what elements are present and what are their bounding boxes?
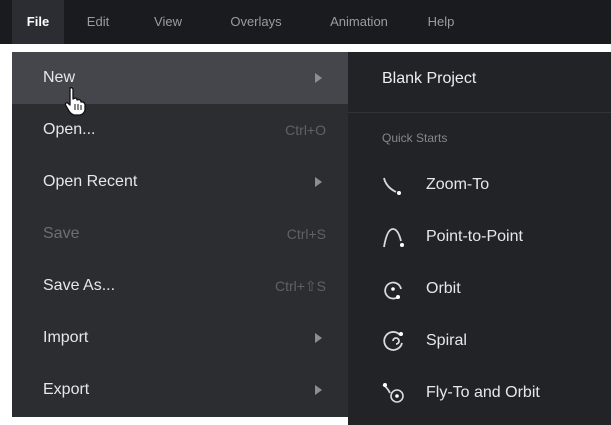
menu-item-label: Save As...	[43, 277, 116, 294]
quick-start-orbit[interactable]: Orbit	[348, 263, 611, 315]
menu-item-open[interactable]: Open... Ctrl+O	[12, 104, 348, 156]
submenu-arrow-icon	[315, 177, 322, 187]
blank-project-label: Blank Project	[382, 70, 477, 87]
menu-item-open-recent[interactable]: Open Recent	[12, 156, 348, 208]
quick-start-label: Orbit	[426, 280, 461, 297]
quick-start-label: Zoom-To	[426, 176, 490, 193]
menu-item-import[interactable]: Import	[12, 312, 348, 364]
menu-item-save: Save Ctrl+S	[12, 208, 348, 260]
quick-start-fly-to-and-orbit[interactable]: Fly-To and Orbit	[348, 367, 611, 419]
quick-starts-heading: Quick Starts	[382, 131, 448, 145]
menu-edit[interactable]: Edit	[76, 0, 120, 44]
quick-start-label: Fly-To and Orbit	[426, 384, 540, 401]
menu-item-new[interactable]: New	[12, 52, 348, 104]
point-to-point-icon	[381, 225, 405, 249]
submenu-arrow-icon	[315, 73, 322, 83]
menu-item-label: Export	[43, 381, 90, 398]
quick-start-label: Point-to-Point	[426, 228, 523, 245]
menu-overlays[interactable]: Overlays	[218, 0, 294, 44]
hand-cursor-icon	[64, 86, 86, 116]
menu-help[interactable]: Help	[418, 0, 464, 44]
quick-start-zoom-to[interactable]: Zoom-To	[348, 159, 611, 211]
menu-item-export[interactable]: Export	[12, 364, 348, 416]
menu-item-label: Open Recent	[43, 173, 138, 190]
menu-view[interactable]: View	[142, 0, 194, 44]
file-menu: New Open... Ctrl+O Open Recent Save Ctrl…	[12, 52, 348, 417]
submenu-arrow-icon	[315, 385, 322, 395]
shortcut-label: Ctrl+S	[286, 226, 326, 242]
menu-file[interactable]: File	[12, 0, 64, 44]
menu-bar: File Edit View Overlays Animation Help	[0, 0, 611, 44]
shortcut-label: Ctrl+⇧S	[274, 278, 326, 294]
menu-animation[interactable]: Animation	[314, 0, 404, 44]
shortcut-label: Ctrl+O	[285, 122, 326, 138]
blank-project-item[interactable]: Blank Project	[348, 52, 611, 113]
menu-item-label: Save	[43, 225, 80, 242]
menu-item-save-as[interactable]: Save As... Ctrl+⇧S	[12, 260, 348, 312]
quick-start-point-to-point[interactable]: Point-to-Point	[348, 211, 611, 263]
new-submenu: Blank Project Quick Starts Zoom-To Point…	[348, 52, 611, 425]
submenu-arrow-icon	[315, 333, 322, 343]
menu-item-label: Import	[43, 329, 89, 346]
orbit-icon	[381, 277, 405, 301]
spiral-icon	[381, 329, 405, 353]
zoom-to-icon	[381, 173, 405, 197]
fly-to-orbit-icon	[381, 381, 405, 405]
quick-start-spiral[interactable]: Spiral	[348, 315, 611, 367]
quick-start-label: Spiral	[426, 332, 467, 349]
